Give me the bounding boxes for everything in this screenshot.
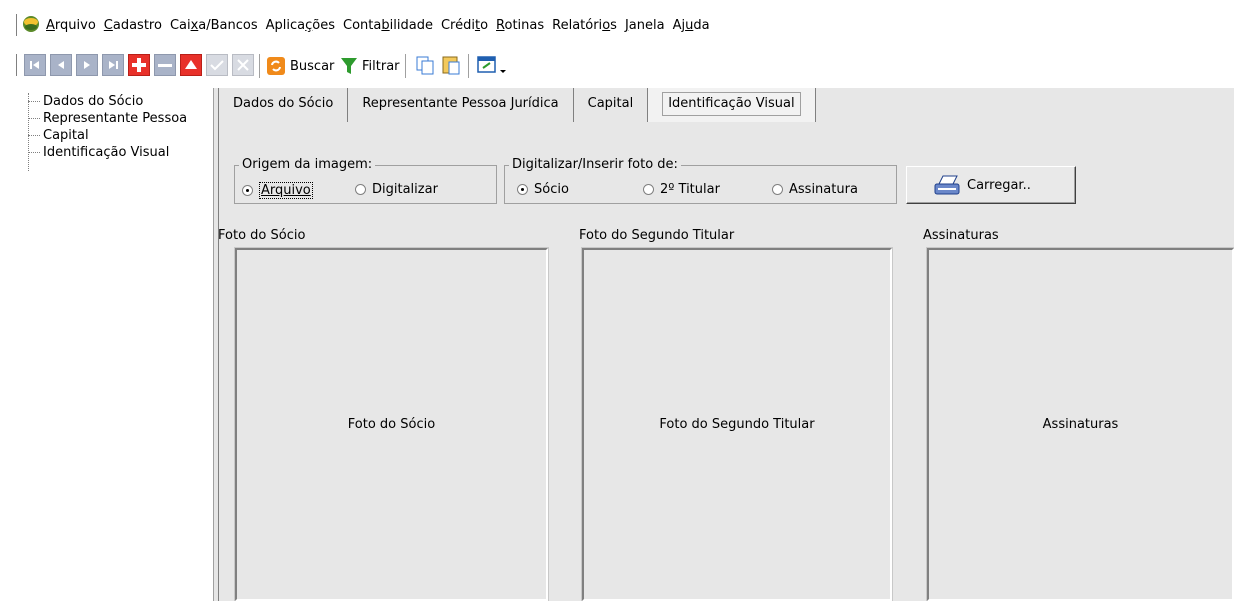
edit-record-button[interactable] [180, 54, 202, 76]
menubar-grip[interactable] [16, 14, 20, 36]
tree-panel: Dados do Sócio Representante Pessoa Capi… [0, 88, 214, 601]
window-icon [477, 56, 496, 73]
confirm-button[interactable] [206, 54, 228, 76]
carregar-label: Carregar.. [967, 177, 1031, 193]
menu-arquivo[interactable]: Arquivo [42, 17, 100, 35]
foto-segundo-titular-box[interactable]: Foto do Segundo Titular [581, 247, 893, 601]
menu-aplicacoes[interactable]: Aplicações [262, 17, 339, 35]
app-logo-icon[interactable] [22, 15, 40, 33]
radio-arquivo-label: Arquivo [259, 182, 313, 199]
menu-cadastro[interactable]: Cadastro [100, 17, 166, 35]
menu-ajuda[interactable]: Ajuda [669, 17, 714, 35]
last-record-button[interactable] [102, 54, 124, 76]
radio-2-titular-dot [643, 184, 654, 195]
check-icon [210, 60, 224, 71]
digitalizar-group: Digitalizar/Inserir foto de: [504, 158, 897, 204]
scanner-icon [934, 175, 960, 195]
radio-assinatura-label: Assinatura [789, 182, 858, 197]
window-dropdown-button[interactable] [498, 54, 508, 76]
filter-icon [341, 58, 357, 74]
menu-rotinas[interactable]: Rotinas [492, 17, 548, 35]
first-record-icon [30, 61, 39, 69]
tab-capital[interactable]: Capital [574, 88, 649, 122]
digitalizar-legend: Digitalizar/Inserir foto de: [512, 157, 678, 172]
radio-arquivo[interactable]: Arquivo [242, 182, 313, 199]
main-panel: Dados do Sócio Representante Pessoa Jurí… [218, 88, 1234, 601]
first-record-button[interactable] [24, 54, 46, 76]
delete-record-button[interactable] [154, 54, 176, 76]
close-icon [237, 59, 249, 71]
tab-identificacao-visual-label: Identificação Visual [662, 92, 801, 116]
add-record-button[interactable] [128, 54, 150, 76]
prev-record-icon [58, 61, 64, 69]
tab-dados-socio[interactable]: Dados do Sócio [219, 88, 349, 122]
refresh-icon [267, 57, 285, 75]
filtrar-button[interactable]: Filtrar [340, 54, 400, 78]
paste-button[interactable] [440, 54, 462, 76]
buscar-button[interactable]: Buscar [266, 54, 334, 78]
tab-representante[interactable]: Representante Pessoa Jurídica [348, 88, 574, 122]
plus-icon [132, 58, 146, 72]
toolbar: Buscar Filtrar [0, 40, 1234, 88]
foto-segundo-titular-placeholder: Foto do Segundo Titular [659, 417, 815, 432]
radio-digitalizar-dot [355, 184, 366, 195]
menu-caixa-bancos[interactable]: Caixa/Bancos [166, 17, 262, 35]
tree: Dados do Sócio Representante Pessoa Capi… [24, 93, 187, 161]
tab-strip: Dados do Sócio Representante Pessoa Jurí… [219, 88, 816, 122]
tree-item-identificacao-visual[interactable]: Identificação Visual [24, 144, 187, 161]
radio-digitalizar-label: Digitalizar [372, 182, 438, 197]
origem-legend: Origem da imagem: [242, 157, 373, 172]
radio-arquivo-dot [242, 185, 253, 196]
menu-contabilidade[interactable]: Contabilidade [339, 17, 437, 35]
radio-socio-label: Sócio [534, 182, 569, 197]
last-record-icon [109, 61, 118, 69]
toolbar-separator [259, 54, 263, 78]
radio-2-titular-label: 2º Titular [660, 182, 720, 197]
menubar: Arquivo Cadastro Caixa/Bancos Aplicações… [0, 0, 1234, 40]
radio-socio-dot [517, 184, 528, 195]
assinaturas-title: Assinaturas [923, 228, 999, 243]
radio-2-titular[interactable]: 2º Titular [643, 182, 720, 197]
radio-assinatura-dot [772, 184, 783, 195]
tab-identificacao-visual[interactable]: Identificação Visual [648, 88, 816, 122]
carregar-button[interactable]: Carregar.. [906, 166, 1076, 204]
window-menu-button[interactable] [476, 54, 498, 76]
next-record-button[interactable] [76, 54, 98, 76]
minus-icon [158, 64, 172, 67]
triangle-up-icon [185, 60, 197, 69]
cancel-button[interactable] [232, 54, 254, 76]
radio-socio[interactable]: Sócio [517, 182, 569, 197]
assinaturas-placeholder: Assinaturas [1042, 417, 1119, 432]
toolbar-grip[interactable] [16, 54, 20, 76]
toolbar-separator [468, 54, 472, 78]
foto-socio-title: Foto do Sócio [218, 228, 306, 243]
radio-assinatura[interactable]: Assinatura [772, 182, 858, 197]
assinaturas-box[interactable]: Assinaturas [926, 247, 1234, 601]
foto-segundo-titular-title: Foto do Segundo Titular [579, 228, 735, 243]
next-record-icon [84, 61, 90, 69]
menu-relatorios[interactable]: Relatórios [548, 17, 621, 35]
prev-record-button[interactable] [50, 54, 72, 76]
filtrar-label: Filtrar [362, 58, 400, 74]
foto-socio-box[interactable]: Foto do Sócio [234, 247, 549, 601]
tree-item-capital[interactable]: Capital [24, 127, 187, 144]
radio-digitalizar[interactable]: Digitalizar [355, 182, 438, 197]
tree-item-representante[interactable]: Representante Pessoa [24, 110, 187, 127]
copy-icon [416, 56, 434, 75]
tree-item-dados-socio[interactable]: Dados do Sócio [24, 93, 187, 110]
menu-janela[interactable]: Janela [621, 17, 669, 35]
buscar-label: Buscar [290, 58, 335, 74]
toolbar-separator [405, 54, 409, 78]
menu-credito[interactable]: Crédito [437, 17, 492, 35]
chevron-down-icon [500, 70, 506, 73]
foto-socio-placeholder: Foto do Sócio [347, 417, 436, 432]
paste-icon [442, 56, 460, 75]
copy-button[interactable] [414, 54, 436, 76]
